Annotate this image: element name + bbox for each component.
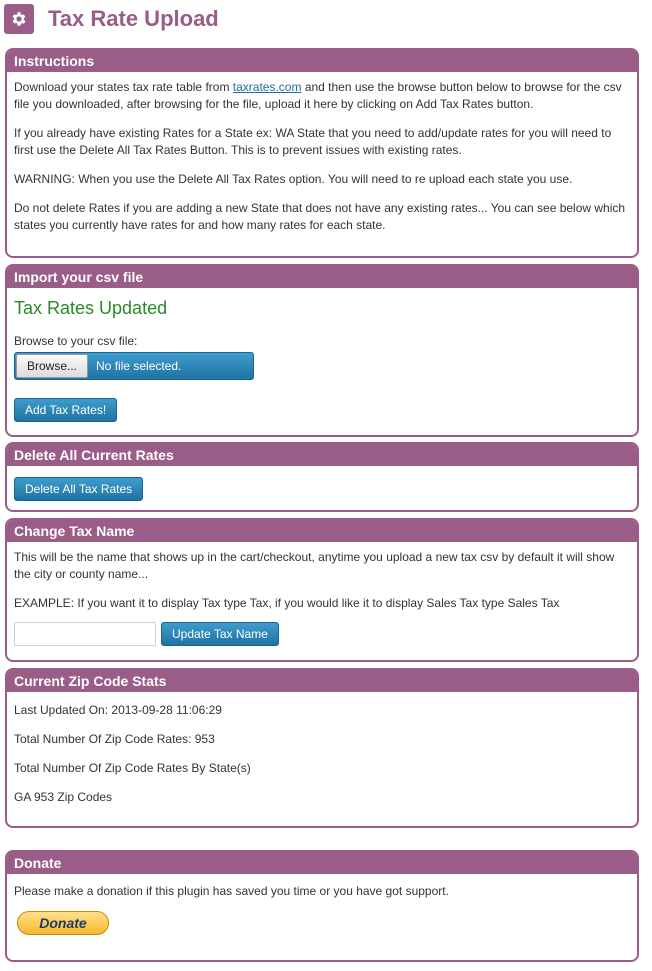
change-tax-name-panel: Change Tax Name This will be the name th… xyxy=(5,518,639,662)
import-title: Import your csv file xyxy=(7,266,637,288)
browse-button[interactable]: Browse... xyxy=(16,354,89,378)
last-updated: Last Updated On: 2013-09-28 11:06:29 xyxy=(14,703,222,717)
delete-title: Delete All Current Rates xyxy=(7,444,637,466)
rates-by-state-label: Total Number Of Zip Code Rates By State(… xyxy=(14,761,251,775)
change-name-description: This will be the name that shows up in t… xyxy=(14,550,615,581)
instructions-paragraph-2: If you already have existing Rates for a… xyxy=(14,126,612,157)
instructions-text: Download your states tax rate table from xyxy=(14,80,233,94)
instructions-paragraph-1: Download your states tax rate table from… xyxy=(14,79,630,113)
tax-name-input[interactable] xyxy=(14,622,156,646)
instructions-paragraph-3: WARNING: When you use the Delete All Tax… xyxy=(14,172,573,186)
state-stat: GA 953 Zip Codes xyxy=(14,790,113,804)
donate-panel: Donate Please make a donation if this pl… xyxy=(5,850,639,962)
success-message: Tax Rates Updated xyxy=(14,298,168,318)
zip-code-stats-title: Current Zip Code Stats xyxy=(7,670,637,692)
update-tax-name-button[interactable]: Update Tax Name xyxy=(161,622,279,646)
instructions-panel: Instructions Download your states tax ra… xyxy=(5,48,639,258)
donate-text: Please make a donation if this plugin ha… xyxy=(14,884,449,898)
file-status: No file selected. xyxy=(96,358,182,373)
zip-code-stats-panel: Current Zip Code Stats Last Updated On: … xyxy=(5,668,639,828)
instructions-paragraph-4: Do not delete Rates if you are adding a … xyxy=(14,201,626,232)
browse-label: Browse to your csv file: xyxy=(14,334,138,348)
delete-all-tax-rates-button[interactable]: Delete All Tax Rates xyxy=(14,477,144,501)
donate-title: Donate xyxy=(7,852,637,874)
file-input[interactable]: Browse... No file selected. xyxy=(14,352,254,380)
taxrates-link[interactable]: taxrates.com xyxy=(233,80,302,94)
gear-icon xyxy=(4,4,34,34)
instructions-title: Instructions xyxy=(7,50,637,72)
add-tax-rates-button[interactable]: Add Tax Rates! xyxy=(14,398,118,422)
delete-panel: Delete All Current Rates Delete All Tax … xyxy=(5,442,639,512)
total-rates: Total Number Of Zip Code Rates: 953 xyxy=(14,732,215,746)
donate-button[interactable]: Donate xyxy=(17,911,109,935)
change-tax-name-title: Change Tax Name xyxy=(7,520,637,542)
import-panel: Import your csv file Tax Rates Updated B… xyxy=(5,264,639,437)
change-name-example: EXAMPLE: If you want it to display Tax t… xyxy=(14,596,560,610)
page-title: Tax Rate Upload xyxy=(48,6,219,31)
page-header: Tax Rate Upload xyxy=(4,4,219,34)
